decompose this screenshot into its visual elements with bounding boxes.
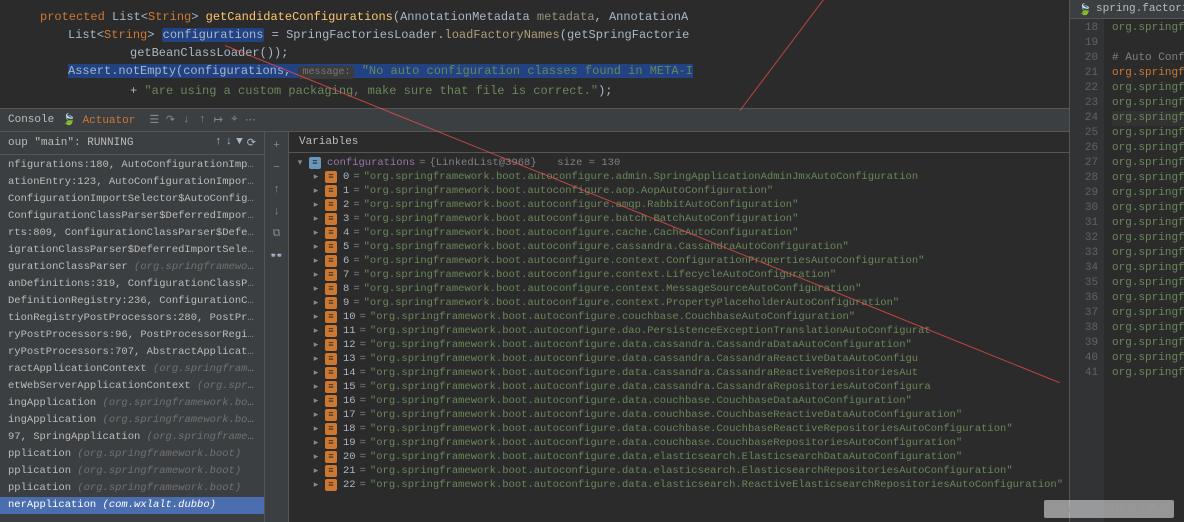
var-item[interactable]: ▸≡21 = "org.springframework.boot.autocon… (289, 464, 1069, 478)
run-cursor-icon[interactable]: ↦ (211, 113, 225, 127)
var-item[interactable]: ▸≡2 = "org.springframework.boot.autoconf… (289, 198, 1069, 212)
down-icon[interactable]: ↓ (269, 204, 285, 220)
kw-protected: protected (40, 10, 105, 24)
param-hint: message: (298, 66, 354, 79)
var-item[interactable]: ▸≡9 = "org.springframework.boot.autoconf… (289, 296, 1069, 310)
stack-frame[interactable]: pplication (org.springframework.boot) (0, 480, 264, 497)
var-item[interactable]: ▸≡14 = "org.springframework.boot.autocon… (289, 366, 1069, 380)
filter-icon[interactable]: ▼ (236, 136, 243, 150)
actuator-tab[interactable]: 🍃 Actuator (62, 113, 135, 127)
next-frame-icon[interactable]: ↓ (226, 136, 233, 150)
glasses-icon[interactable]: 👓 (269, 248, 285, 264)
collapse-icon[interactable]: ▾ (295, 156, 305, 170)
up-icon[interactable]: ↑ (269, 182, 285, 198)
stack-frame[interactable]: etWebServerApplicationContext (org.sprin… (0, 378, 264, 395)
var-item[interactable]: ▸≡3 = "org.springframework.boot.autoconf… (289, 212, 1069, 226)
layout-icon[interactable]: ☰ (147, 113, 161, 127)
var-item[interactable]: ▸≡6 = "org.springframework.boot.autoconf… (289, 254, 1069, 268)
watermark: CSDN @伏加特遇上西柚 (1044, 500, 1174, 518)
stack-frame[interactable]: tionRegistryPostProcessors:280, PostProc… (0, 310, 264, 327)
copy-icon[interactable]: ⧉ (269, 226, 285, 242)
stack-frame[interactable]: DefinitionRegistry:236, ConfigurationCla… (0, 293, 264, 310)
var-item[interactable]: ▸≡17 = "org.springframework.boot.autocon… (289, 408, 1069, 422)
debug-toolbar: Console 🍃 Actuator ☰ ↷ ↓ ↑ ↦ ⌖ ⋯ (0, 108, 1069, 132)
stack-frame[interactable]: ingApplication (org.springframework.boot… (0, 412, 264, 429)
stack-frame[interactable]: ingApplication (org.springframework.boot… (0, 395, 264, 412)
var-item[interactable]: ▸≡10 = "org.springframework.boot.autocon… (289, 310, 1069, 324)
spring-factories-code: org.springframework.boot.autoconfigure.c… (1104, 19, 1184, 522)
stack-frame[interactable]: ationEntry:123, AutoConfigurationImportS… (0, 174, 264, 191)
more-icon[interactable]: ⋯ (243, 113, 257, 127)
stack-frame[interactable]: pplication (org.springframework.boot) (0, 446, 264, 463)
step-out-icon[interactable]: ↑ (195, 113, 209, 127)
stack-frame[interactable]: anDefinitions:319, ConfigurationClassPos… (0, 276, 264, 293)
var-item[interactable]: ▸≡11 = "org.springframework.boot.autocon… (289, 324, 1069, 338)
stack-frame[interactable]: ryPostProcessors:96, PostProcessorRegist… (0, 327, 264, 344)
thread-group[interactable]: oup "main": RUNNING (8, 137, 133, 149)
var-configurations: configurations (162, 28, 265, 42)
stack-frame[interactable]: ConfigurationImportSelector$AutoConfigur… (0, 191, 264, 208)
step-over-icon[interactable]: ↷ (163, 113, 177, 127)
method-name: getCandidateConfigurations (206, 10, 393, 24)
var-item[interactable]: ▸≡4 = "org.springframework.boot.autoconf… (289, 226, 1069, 240)
console-tab[interactable]: Console (8, 114, 54, 126)
var-root-row[interactable]: ▾ ≡ configurations = {LinkedList@3968} s… (289, 156, 1069, 170)
var-item[interactable]: ▸≡12 = "org.springframework.boot.autocon… (289, 338, 1069, 352)
var-item[interactable]: ▸≡16 = "org.springframework.boot.autocon… (289, 394, 1069, 408)
spring-factories-editor[interactable]: 1819202122232425262728293031323334353637… (1070, 19, 1184, 522)
stack-frame[interactable]: igrationClassParser$DeferredImportSelect… (0, 242, 264, 259)
variables-header: Variables (289, 132, 1069, 153)
var-item[interactable]: ▸≡19 = "org.springframework.boot.autocon… (289, 436, 1069, 450)
var-item[interactable]: ▸≡13 = "org.springframework.boot.autocon… (289, 352, 1069, 366)
kw-string: String (148, 10, 191, 24)
var-item[interactable]: ▸≡20 = "org.springframework.boot.autocon… (289, 450, 1069, 464)
line-gutter: 1819202122232425262728293031323334353637… (1070, 19, 1104, 522)
var-item[interactable]: ▸≡1 = "org.springframework.boot.autoconf… (289, 184, 1069, 198)
var-item[interactable]: ▸≡0 = "org.springframework.boot.autoconf… (289, 170, 1069, 184)
leaf-icon: 🍃 (1078, 3, 1090, 15)
stack-frame[interactable]: ryPostProcessors:707, AbstractApplicatio… (0, 344, 264, 361)
var-item[interactable]: ▸≡15 = "org.springframework.boot.autocon… (289, 380, 1069, 394)
stack-frame[interactable]: ConfigurationClassParser$DeferredImportS… (0, 208, 264, 225)
code-editor[interactable]: protected List<String> getCandidateConfi… (0, 0, 1069, 108)
stack-frame[interactable]: pplication (org.springframework.boot) (0, 463, 264, 480)
var-item[interactable]: ▸≡18 = "org.springframework.boot.autocon… (289, 422, 1069, 436)
settings-icon[interactable]: ⟳ (247, 136, 256, 150)
add-watch-icon[interactable]: + (269, 138, 285, 154)
kw-list: List (112, 10, 141, 24)
var-item[interactable]: ▸≡5 = "org.springframework.boot.autoconf… (289, 240, 1069, 254)
spring-factories-tab[interactable]: 🍃 spring.factories (1070, 0, 1184, 19)
evaluate-icon[interactable]: ⌖ (227, 113, 241, 127)
var-item[interactable]: ▸≡22 = "org.springframework.boot.autocon… (289, 478, 1069, 492)
frame-list[interactable]: nfigurations:180, AutoConfigurationImpor… (0, 155, 264, 522)
prev-frame-icon[interactable]: ↑ (215, 136, 222, 150)
stack-frame[interactable]: nerApplication (com.wxlalt.dubbo) (0, 497, 264, 514)
var-item[interactable]: ▸≡7 = "org.springframework.boot.autoconf… (289, 268, 1069, 282)
remove-watch-icon[interactable]: − (269, 160, 285, 176)
stack-frame[interactable]: nfigurations:180, AutoConfigurationImpor… (0, 157, 264, 174)
debug-side-toolbar: + − ↑ ↓ ⧉ 👓 (265, 132, 289, 522)
stack-frame[interactable]: gurationClassParser (org.springframework… (0, 259, 264, 276)
var-item[interactable]: ▸≡8 = "org.springframework.boot.autoconf… (289, 282, 1069, 296)
stack-frame[interactable]: ractApplicationContext (org.springframew… (0, 361, 264, 378)
stack-frame[interactable]: rts:809, ConfigurationClassParser$Deferr… (0, 225, 264, 242)
step-into-icon[interactable]: ↓ (179, 113, 193, 127)
frames-panel: oup "main": RUNNING ↑ ↓ ▼ ⟳ nfigurations… (0, 132, 265, 522)
variables-panel: Variables ▾ ≡ configurations = {LinkedLi… (289, 132, 1069, 522)
stack-frame[interactable]: 97, SpringApplication (org.springframewo… (0, 429, 264, 446)
